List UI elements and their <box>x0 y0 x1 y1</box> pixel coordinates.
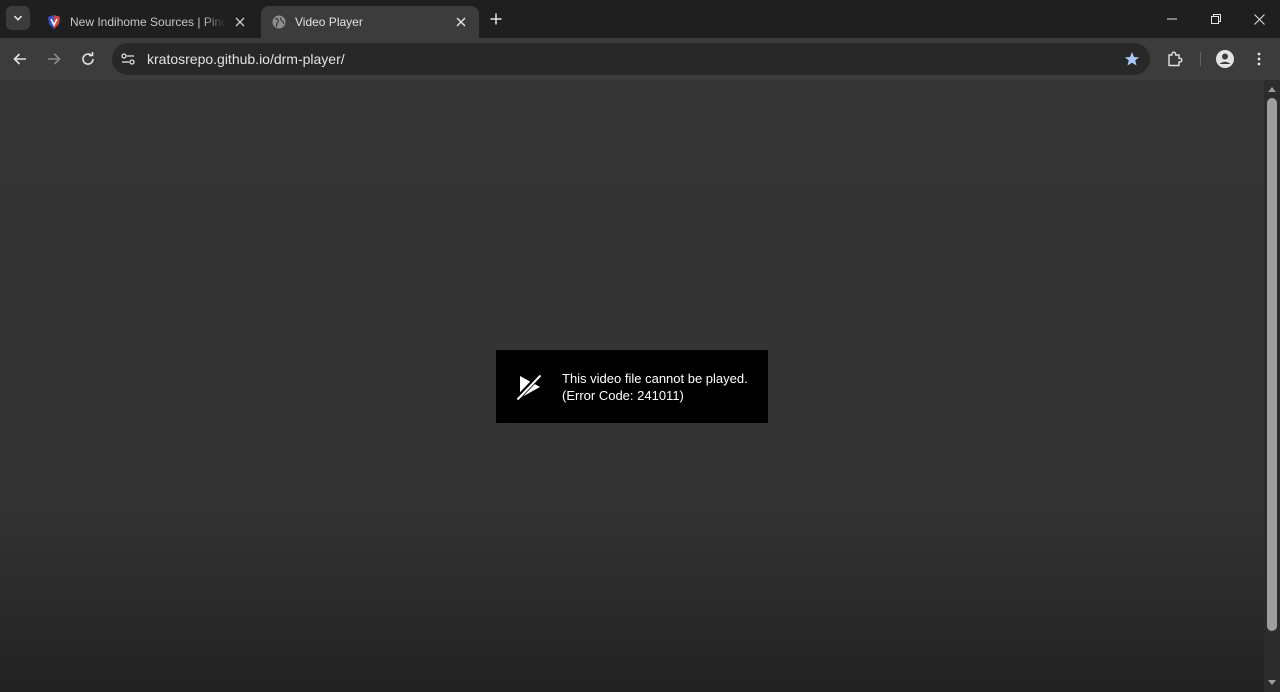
restore-button[interactable] <box>1194 0 1238 38</box>
error-message: This video file cannot be played. <box>562 370 748 386</box>
tab-title: New Indihome Sources | Pinoy IPTV <box>70 15 226 29</box>
video-player-area[interactable]: This video file cannot be played. (Error… <box>0 80 1264 692</box>
close-tab-icon[interactable] <box>232 14 248 30</box>
scroll-up-arrow-icon[interactable] <box>1264 82 1280 96</box>
close-tab-icon[interactable] <box>453 14 469 30</box>
close-window-button[interactable] <box>1237 0 1280 38</box>
url-text[interactable]: kratosrepo.github.io/drm-player/ <box>147 51 1120 67</box>
scrollbar-thumb[interactable] <box>1267 98 1277 631</box>
extensions-button[interactable] <box>1163 47 1187 71</box>
shield-favicon-icon <box>46 14 62 30</box>
restore-icon <box>1211 14 1221 24</box>
reload-button[interactable] <box>76 47 100 71</box>
bookmark-star-icon[interactable] <box>1120 47 1144 71</box>
plus-icon <box>490 13 502 25</box>
toolbar-divider <box>1200 52 1201 66</box>
address-bar[interactable]: kratosrepo.github.io/drm-player/ <box>112 43 1150 75</box>
scroll-down-arrow-icon[interactable] <box>1264 676 1280 690</box>
globe-icon <box>271 14 287 30</box>
player-error-box: This video file cannot be played. (Error… <box>496 350 768 423</box>
menu-button[interactable] <box>1247 47 1271 71</box>
close-icon <box>1253 13 1265 25</box>
reload-icon <box>82 52 94 65</box>
vertical-scrollbar[interactable] <box>1264 80 1280 692</box>
avatar-icon <box>1216 50 1234 68</box>
minimize-button[interactable] <box>1150 0 1194 38</box>
error-text: This video file cannot be played. (Error… <box>562 370 748 404</box>
back-button[interactable] <box>8 47 32 71</box>
new-tab-button[interactable] <box>486 9 506 29</box>
tab-video-player[interactable]: Video Player <box>261 6 479 38</box>
arrow-left-icon <box>13 53 26 65</box>
video-error-icon <box>515 372 542 401</box>
tab-indihome-sources[interactable]: New Indihome Sources | Pinoy IPTV <box>36 6 258 38</box>
site-settings-icon[interactable] <box>116 47 140 71</box>
forward-button[interactable] <box>42 47 66 71</box>
profile-button[interactable] <box>1213 47 1237 71</box>
browser-toolbar: kratosrepo.github.io/drm-player/ <box>0 38 1280 80</box>
tab-search-button[interactable] <box>6 6 30 30</box>
puzzle-icon <box>1168 51 1183 67</box>
tab-strip: New Indihome Sources | Pinoy IPTV Video … <box>0 0 1280 38</box>
arrow-right-icon <box>48 53 61 65</box>
minimize-icon <box>1167 18 1177 20</box>
chevron-down-icon <box>13 15 23 21</box>
tab-title: Video Player <box>295 15 363 29</box>
more-vertical-icon <box>1257 52 1261 66</box>
error-code: (Error Code: 241011) <box>562 387 684 403</box>
